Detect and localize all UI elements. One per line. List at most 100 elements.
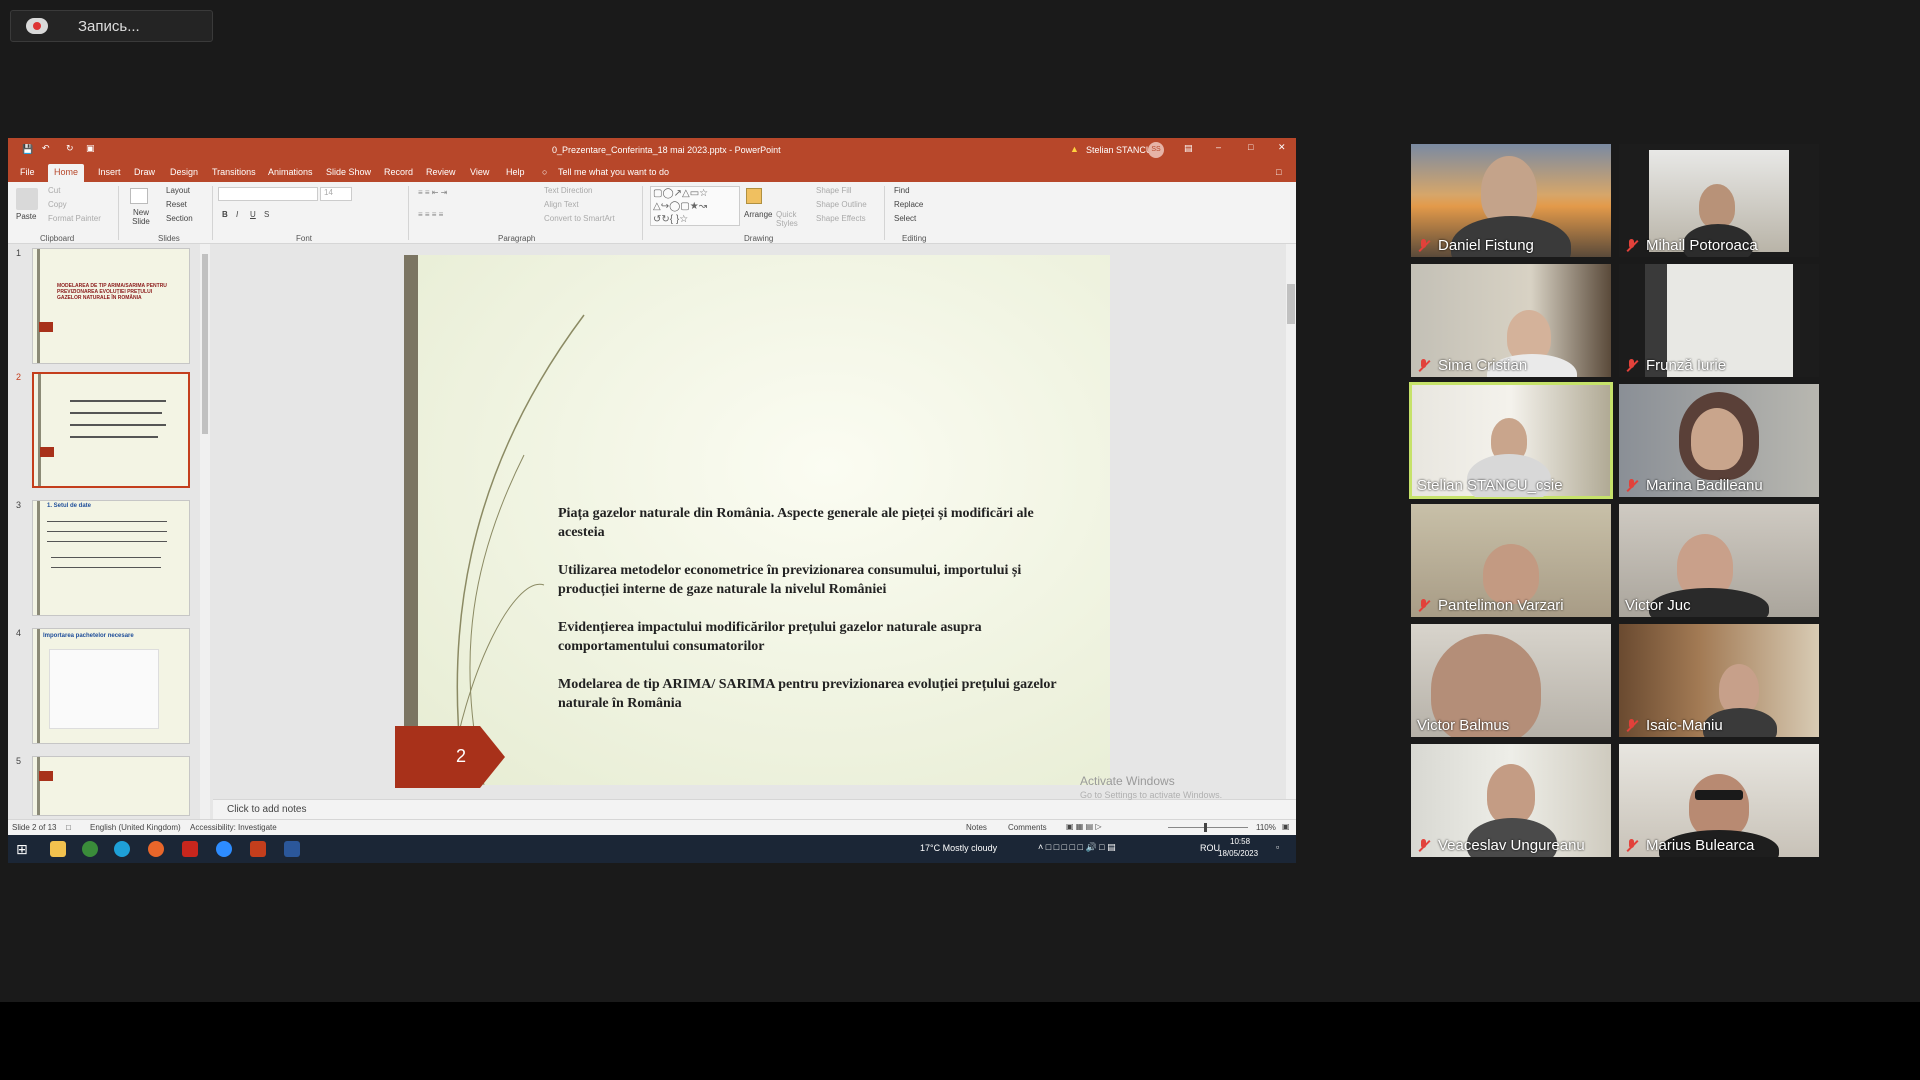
tab-view[interactable]: View (470, 167, 489, 177)
arrange-button[interactable]: Arrange (744, 210, 772, 219)
section-button[interactable]: Section (166, 214, 193, 223)
slide-thumbnail-1[interactable]: MODELAREA DE TIP ARIMA/SARIMA PENTRU PRE… (32, 248, 190, 364)
underline-icon[interactable]: U (250, 210, 256, 219)
replace-button[interactable]: Replace (894, 200, 923, 209)
tab-transitions[interactable]: Transitions (212, 167, 256, 177)
shape-effects-button[interactable]: Shape Effects (816, 214, 866, 223)
bullets-icon[interactable]: ≡ ≡ ⇤ ⇥ (418, 188, 447, 197)
tab-file[interactable]: File (20, 167, 35, 177)
minimize-icon[interactable]: – (1216, 142, 1221, 152)
ribbon-display-icon[interactable]: ▤ (1184, 143, 1193, 154)
tell-me-search[interactable]: Tell me what you want to do (558, 167, 669, 177)
maximize-icon[interactable]: □ (1248, 142, 1253, 152)
shape-outline-button[interactable]: Shape Outline (816, 200, 867, 209)
tab-record[interactable]: Record (384, 167, 413, 177)
windows-start-icon[interactable]: ⊞ (16, 841, 32, 857)
participant-tile[interactable]: Victor Balmus (1411, 624, 1611, 737)
firefox-icon[interactable] (148, 841, 164, 857)
participant-tile[interactable]: Mihail Potoroaca (1619, 144, 1819, 257)
new-slide-icon[interactable] (130, 188, 148, 204)
convert-smartart-button[interactable]: Convert to SmartArt (544, 214, 615, 223)
bold-icon[interactable]: B (222, 210, 228, 219)
accessibility-status[interactable]: Accessibility: Investigate (190, 823, 277, 832)
present-icon[interactable]: ▣ (86, 143, 95, 154)
scroll-thumb[interactable] (1287, 284, 1295, 324)
tab-slide-show[interactable]: Slide Show (326, 167, 371, 177)
slide-thumbnail-4[interactable]: Importarea pachetelor necesare (32, 628, 190, 744)
select-button[interactable]: Select (894, 214, 916, 223)
fit-slide-icon[interactable]: ▣ (1282, 822, 1290, 831)
language-status[interactable]: English (United Kingdom) (90, 823, 181, 832)
font-name-field[interactable] (218, 187, 318, 201)
scroll-thumb[interactable] (202, 254, 208, 434)
tab-home[interactable]: Home (48, 164, 85, 182)
copy-button[interactable]: Copy (48, 200, 67, 209)
participant-tile-active-speaker[interactable]: Stelian STANCU_csie (1409, 382, 1613, 499)
format-painter-button[interactable]: Format Painter (48, 214, 101, 223)
participant-tile[interactable]: Sima Cristian (1411, 264, 1611, 377)
slide-thumbnail-5[interactable] (32, 756, 190, 816)
slide-thumbnail-3[interactable]: 1. Setul de date (32, 500, 190, 616)
tab-review[interactable]: Review (426, 167, 456, 177)
chrome-icon[interactable] (82, 841, 98, 857)
clock-date[interactable]: 18/05/2023 (1218, 849, 1258, 858)
notes-pane[interactable]: Click to add notes (213, 799, 1296, 819)
spellcheck-icon[interactable]: □ (66, 823, 71, 832)
paste-button[interactable]: Paste (16, 212, 36, 221)
font-size-field[interactable]: 14 (320, 187, 352, 201)
tab-help[interactable]: Help (506, 167, 525, 177)
weather-status[interactable]: 17°C Mostly cloudy (920, 843, 997, 853)
participant-tile[interactable]: Pantelimon Varzari (1411, 504, 1611, 617)
slide-body[interactable]: Piața gazelor naturale din România. Aspe… (558, 504, 1058, 732)
zoom-slider[interactable] (1168, 827, 1248, 828)
canvas-scrollbar[interactable] (1286, 244, 1296, 799)
user-avatar[interactable]: SS (1148, 142, 1164, 158)
zoom-slider-thumb[interactable] (1204, 823, 1207, 832)
edge-icon[interactable] (114, 841, 130, 857)
zoom-level[interactable]: 110% (1256, 823, 1276, 832)
italic-icon[interactable]: I (236, 210, 238, 219)
comments-button[interactable]: Comments (1008, 823, 1047, 832)
paste-icon[interactable] (16, 188, 38, 210)
clock-time[interactable]: 10:58 (1230, 837, 1250, 846)
participant-tile[interactable]: Isaic-Maniu (1619, 624, 1819, 737)
thumb-scrollbar[interactable] (200, 244, 210, 819)
quick-styles-button[interactable]: Quick Styles (776, 210, 802, 228)
cut-button[interactable]: Cut (48, 186, 60, 195)
comments-icon[interactable]: □ (1276, 167, 1281, 177)
new-slide-button[interactable]: New Slide (126, 208, 156, 226)
arrange-icon[interactable] (746, 188, 762, 204)
notifications-icon[interactable]: ▫ (1276, 842, 1279, 852)
recording-indicator[interactable]: Запись... (10, 10, 213, 42)
participant-tile[interactable]: Veaceslav Ungureanu (1411, 744, 1611, 857)
notes-button[interactable]: Notes (966, 823, 987, 832)
participant-tile[interactable]: Frunză Iurie (1619, 264, 1819, 377)
layout-button[interactable]: Layout (166, 186, 190, 195)
redo-icon[interactable]: ↻ (66, 143, 74, 154)
input-language[interactable]: ROU (1200, 843, 1220, 853)
tab-design[interactable]: Design (170, 167, 198, 177)
text-direction-button[interactable]: Text Direction (544, 186, 592, 195)
save-icon[interactable]: 💾 (22, 144, 33, 155)
user-name[interactable]: Stelian STANCU (1086, 145, 1152, 155)
shadow-icon[interactable]: S (264, 210, 269, 219)
system-tray-icons[interactable]: ˄ □ □ □ □ □ 🔊 □ ▤ (1038, 842, 1116, 853)
participant-tile[interactable]: Victor Juc (1619, 504, 1819, 617)
undo-icon[interactable]: ↶ (42, 143, 50, 154)
reset-button[interactable]: Reset (166, 200, 187, 209)
view-buttons[interactable]: ▣ ▦ ▤ ▷ (1066, 822, 1102, 831)
tab-animations[interactable]: Animations (268, 167, 313, 177)
participant-tile[interactable]: Marius Bulearca (1619, 744, 1819, 857)
acrobat-icon[interactable] (182, 841, 198, 857)
align-icons[interactable]: ≡ ≡ ≡ ≡ (418, 210, 443, 219)
zoom-app-icon[interactable] (216, 841, 232, 857)
word-icon[interactable] (284, 841, 300, 857)
file-explorer-icon[interactable] (50, 841, 66, 857)
align-text-button[interactable]: Align Text (544, 200, 579, 209)
slide-thumbnail-2[interactable] (32, 372, 190, 488)
shapes-gallery[interactable]: ▢◯↗△▭☆ △↪◯▢★↝ ↺↻{ }☆ (650, 186, 740, 226)
powerpoint-icon[interactable] (250, 841, 266, 857)
tab-draw[interactable]: Draw (134, 167, 155, 177)
shape-fill-button[interactable]: Shape Fill (816, 186, 852, 195)
find-button[interactable]: Find (894, 186, 910, 195)
